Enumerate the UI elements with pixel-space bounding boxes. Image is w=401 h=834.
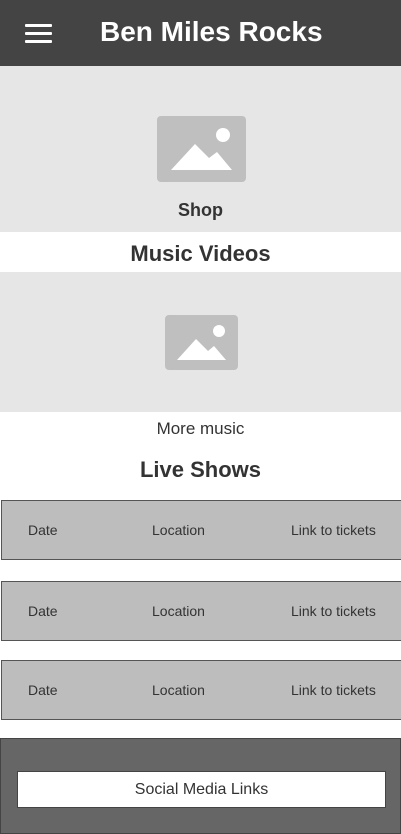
social-media-links-button[interactable]: Social Media Links	[17, 771, 386, 808]
hamburger-line	[25, 32, 52, 35]
hamburger-line	[25, 24, 52, 27]
show-row: Date Location Link to tickets	[1, 581, 401, 641]
show-row: Date Location Link to tickets	[1, 500, 401, 560]
tickets-link[interactable]: Link to tickets	[291, 681, 376, 699]
hamburger-line	[25, 40, 52, 43]
show-date: Date	[28, 603, 58, 619]
show-row: Date Location Link to tickets	[1, 660, 401, 720]
footer: Social Media Links	[0, 738, 401, 834]
header-bar: Ben Miles Rocks	[0, 0, 401, 66]
show-date: Date	[28, 682, 58, 698]
site-title: Ben Miles Rocks	[100, 16, 323, 47]
show-location: Location	[152, 603, 205, 619]
image-icon-svg	[177, 325, 226, 360]
shop-banner[interactable]: Shop	[0, 66, 401, 232]
music-videos-heading: Music Videos	[130, 241, 271, 266]
shop-label: Shop	[178, 200, 223, 220]
tickets-link[interactable]: Link to tickets	[291, 602, 376, 620]
hamburger-menu-icon[interactable]	[25, 24, 52, 43]
show-location: Location	[152, 682, 205, 698]
show-date: Date	[28, 522, 58, 538]
image-icon-svg	[171, 128, 232, 170]
live-shows-heading: Live Shows	[139, 457, 262, 482]
show-location: Location	[152, 522, 205, 538]
more-music-link[interactable]: More music	[0, 418, 401, 440]
image-placeholder-icon	[157, 116, 246, 182]
image-placeholder-icon	[165, 315, 238, 370]
music-video-player[interactable]	[0, 272, 401, 412]
tickets-link[interactable]: Link to tickets	[291, 521, 376, 539]
